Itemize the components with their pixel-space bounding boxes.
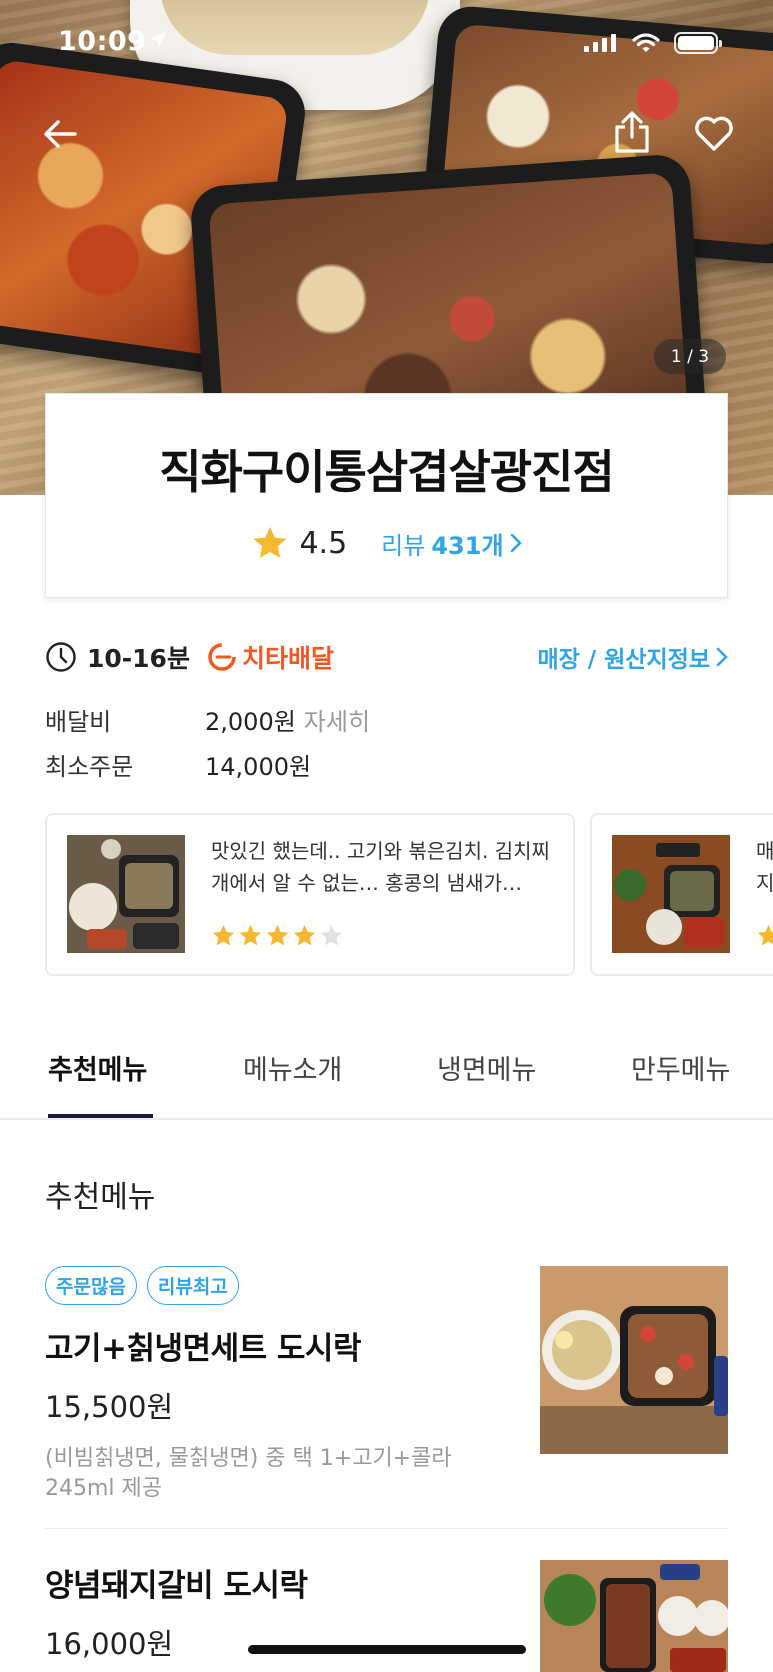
menu-photo [540,1560,728,1672]
delivery-fee-row: 배달비 2,000원 자세히 [45,702,370,737]
menu-tabs: 추천메뉴 메뉴소개 냉면메뉴 만두메뉴 [0,1028,773,1120]
store-name: 직화구이통삼겹살광진점 [159,445,615,499]
star-icon [266,924,289,946]
wifi-icon [632,33,660,52]
min-order-row: 최소주문 14,000원 [45,747,311,782]
review-card[interactable]: 맛있긴 했는데.. 고기와 볶은김치. 김치찌개에서 알 수 없는… 홍콩의 냄… [45,813,575,976]
review-photo [612,835,730,953]
delivery-fee-value: 2,000원 [205,708,296,736]
heart-icon [695,116,733,151]
menu-item[interactable]: 주문많음 리뷰최고 고기+칡냉면세트 도시락 15,500원 (비빔칡냉면, 물… [45,1266,728,1501]
tab-menu-intro[interactable]: 메뉴소개 [243,1048,342,1087]
menu-photo [540,1266,728,1454]
review-text: 매… 지… [756,839,773,895]
back-button[interactable] [38,112,82,156]
home-indicator [248,1645,526,1654]
badge-popular: 주문많음 [45,1266,137,1305]
min-order-value: 14,000원 [205,753,312,781]
review-stars [211,923,344,948]
star-icon [212,924,235,946]
tab-mandu[interactable]: 만두메뉴 [631,1048,730,1087]
share-icon [615,111,649,153]
cheetah-delivery-badge: 치타배달 [208,639,334,675]
review-stars [756,923,773,948]
origin-info-link[interactable]: 매장 / 원산지정보 [537,640,728,674]
back-arrow-icon [44,120,77,148]
cheetah-delivery-label: 치타배달 [241,644,334,673]
cheetah-logo-icon [208,643,236,671]
min-order-label: 최소주문 [45,753,134,781]
badge-top-review: 리뷰최고 [146,1266,239,1305]
menu-description: (비빔칡냉면, 물칡냉면) 중 택 1+고기+콜라 245ml 제공 [45,1446,452,1501]
clock-icon [46,642,76,672]
chevron-right-icon [716,647,728,667]
menu-item[interactable]: 양념돼지갈비 도시락 16,000원 [45,1560,728,1672]
location-arrow-icon [150,32,166,48]
share-button[interactable] [610,110,654,154]
tab-recommended[interactable]: 추천메뉴 [48,1048,147,1087]
delivery-info-row: 10-16분 치타배달 매장 / 원산지정보 [45,637,728,677]
star-icon [293,924,316,946]
favorite-button[interactable] [692,112,736,156]
store-info-card: 직화구이통삼겹살광진점 4.5 리뷰 431개 [45,393,728,598]
status-time: 10:09 [58,26,147,57]
delivery-fee-detail-link[interactable]: 자세히 [304,702,370,737]
menu-divider [45,1528,728,1529]
star-icon [253,526,287,559]
delivery-time: 10-16분 [87,644,190,673]
section-title: 추천메뉴 [45,1180,156,1215]
rating-score: 4.5 [299,525,348,561]
review-link[interactable]: 리뷰 431개 [381,526,522,561]
review-card[interactable]: 매… 지… [590,813,773,976]
review-count: 431개 [431,531,504,560]
review-text: 맛있긴 했는데.. 고기와 볶은김치. 김치찌개에서 알 수 없는… 홍콩의 냄… [211,839,550,895]
status-bar: 10:09 [0,0,773,88]
tab-naengmyeon[interactable]: 냉면메뉴 [437,1048,536,1087]
battery-icon [674,32,722,54]
star-icon [239,924,262,946]
active-tab-indicator [48,1114,153,1118]
review-label: 리뷰 [381,531,426,560]
star-empty-icon [320,924,343,946]
star-icon [757,924,773,946]
chevron-right-icon [510,533,522,553]
origin-info-label: 매장 / 원산지정보 [537,647,710,673]
image-counter: 1 / 3 [654,339,726,374]
review-photo [67,835,185,953]
delivery-fee-label: 배달비 [45,708,112,736]
signal-icon [584,34,616,52]
rating-row: 4.5 리뷰 431개 [46,524,727,562]
